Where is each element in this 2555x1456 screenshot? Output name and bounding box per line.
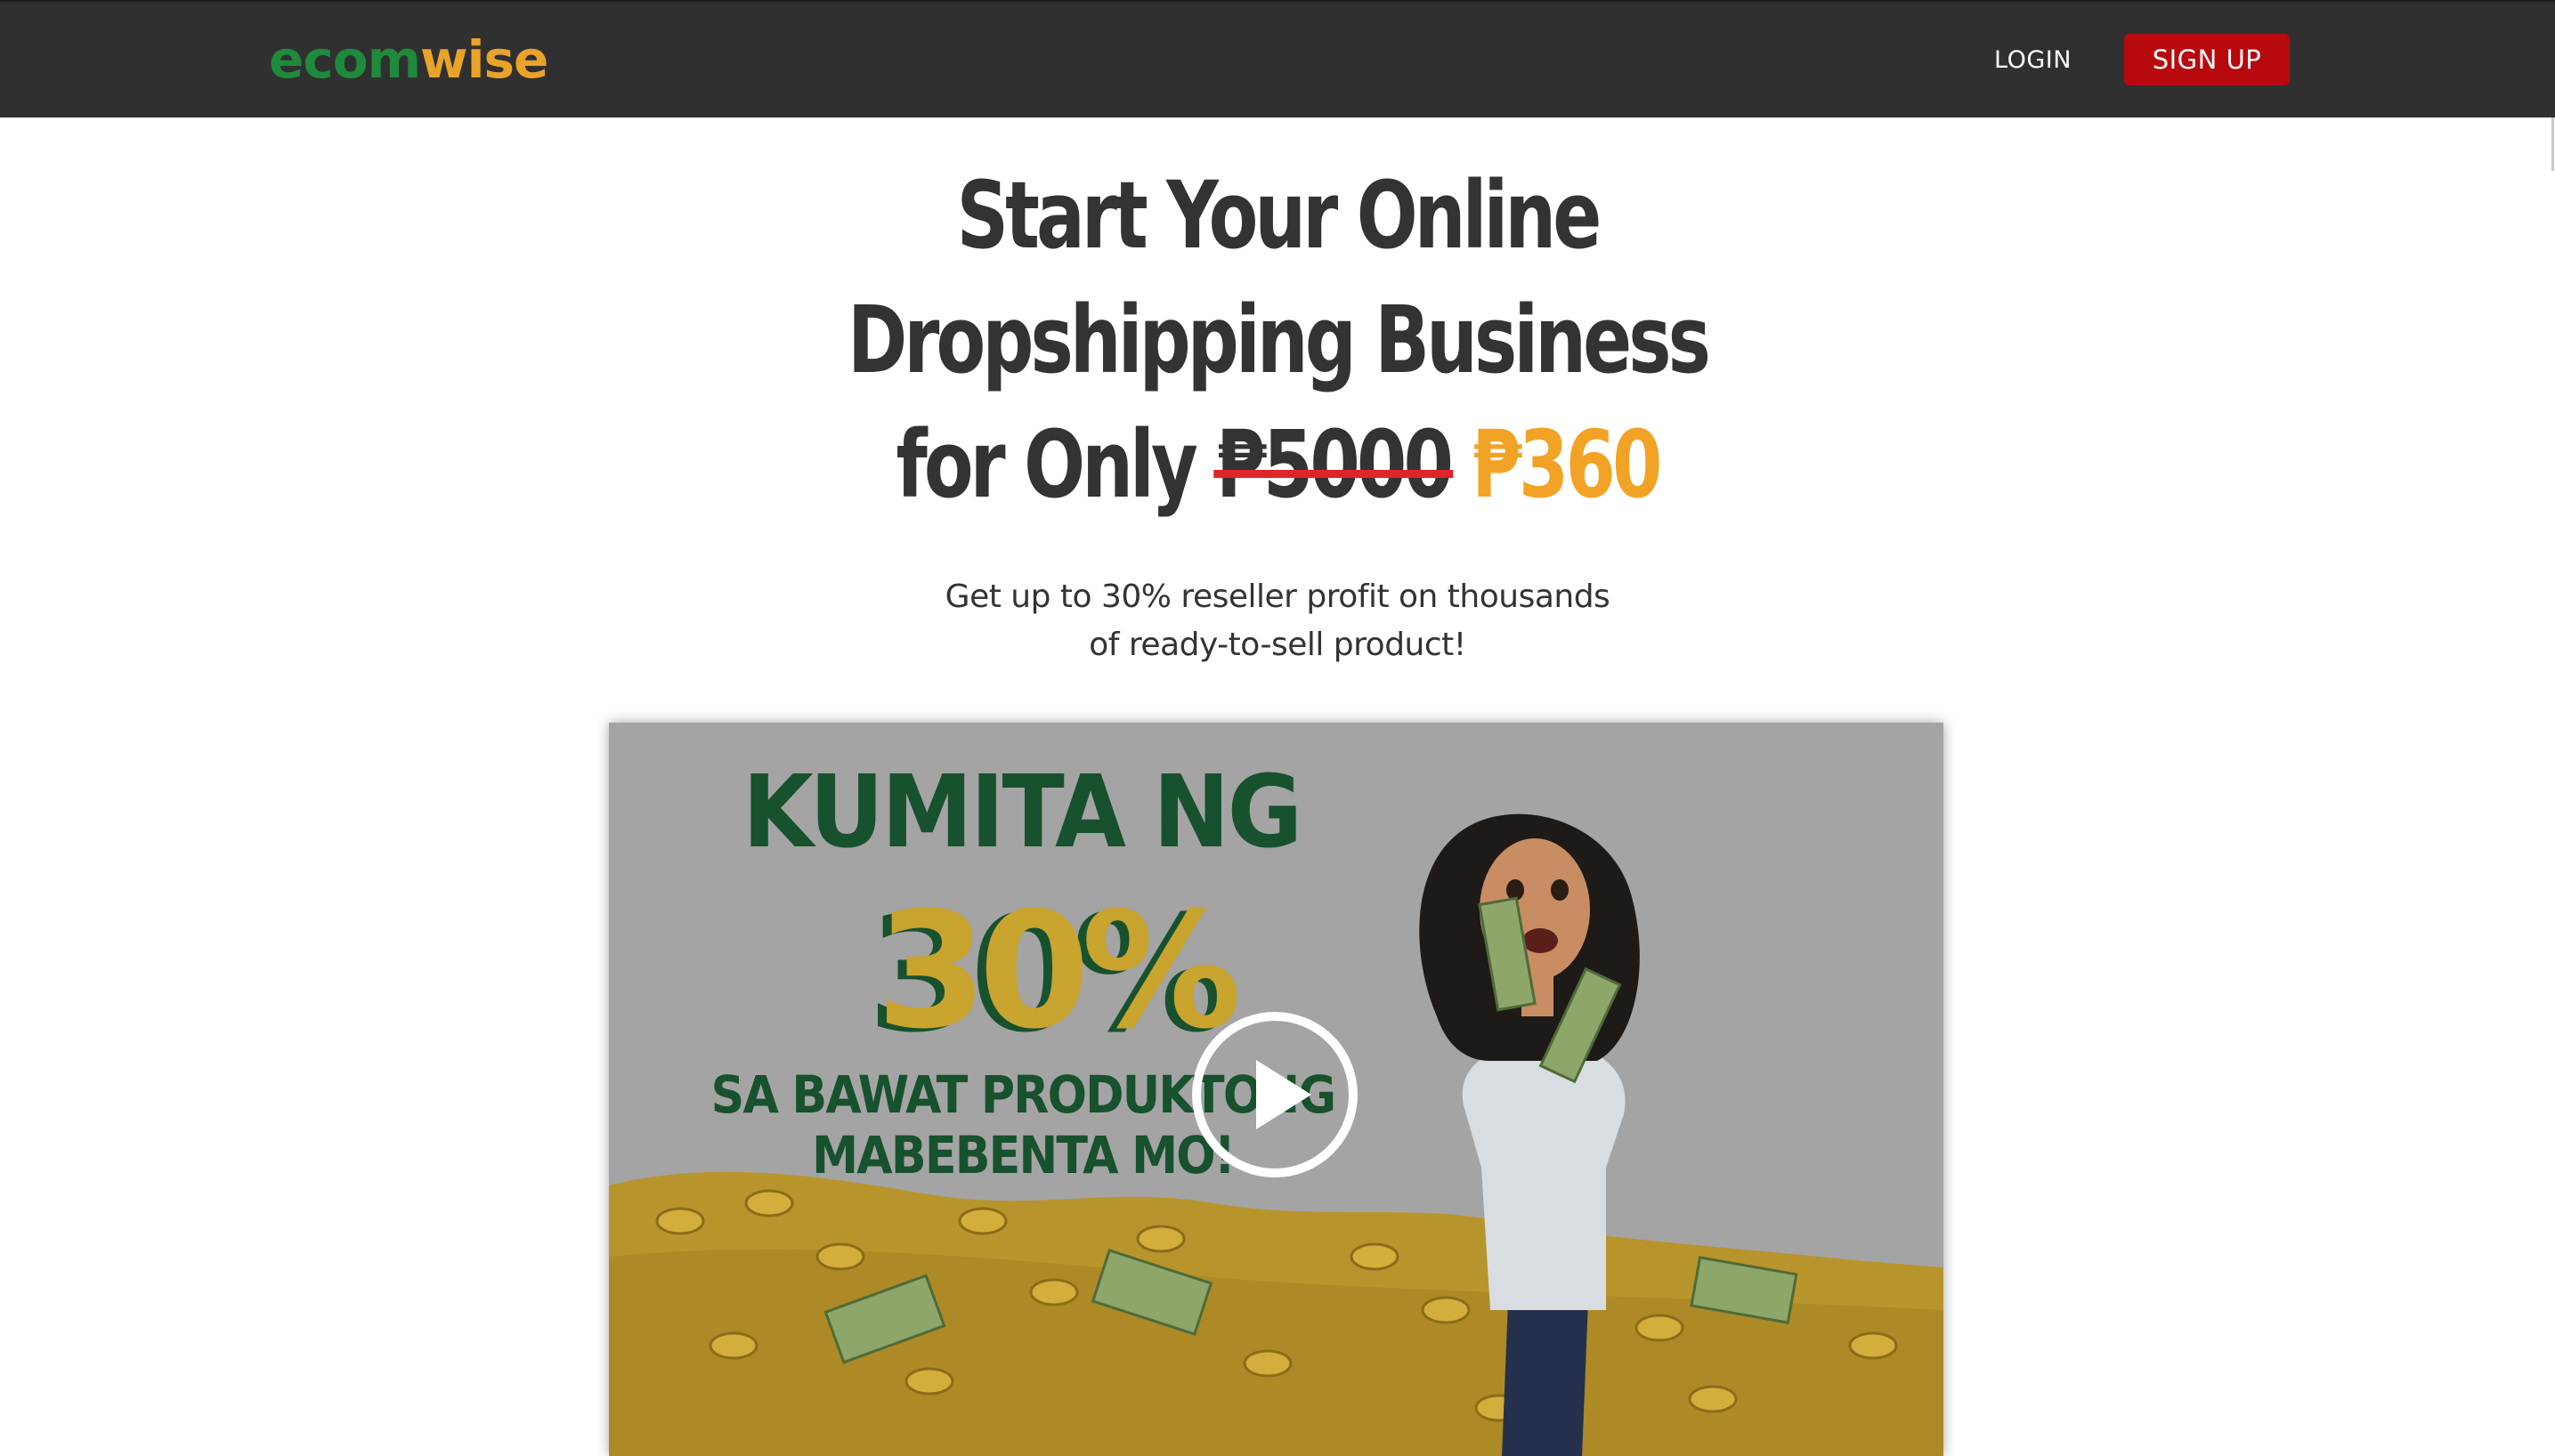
video-percent-text: 30% bbox=[876, 878, 1242, 1064]
top-navbar: ecomwise LOGIN SIGN UP bbox=[0, 0, 2555, 117]
old-price-strikethrough: ₱5000 bbox=[1213, 402, 1454, 527]
logo-text-ecom: ecom bbox=[269, 29, 421, 90]
scrollbar-thumb[interactable] bbox=[2551, 117, 2554, 171]
new-price: ₱360 bbox=[1472, 410, 1662, 519]
headline-line-1: Start Your Online bbox=[956, 161, 1602, 270]
subtitle-line-1: Get up to 30% reseller profit on thousan… bbox=[945, 578, 1610, 615]
hero-headline: Start Your Online Dropshipping Business … bbox=[791, 153, 1764, 527]
hero-subtitle: Get up to 30% reseller profit on thousan… bbox=[832, 573, 1723, 669]
headline-line-2: Dropshipping Business bbox=[847, 286, 1711, 394]
ecomwise-logo[interactable]: ecomwise bbox=[269, 28, 548, 91]
subtitle-line-2: of ready-to-sell product! bbox=[1089, 627, 1466, 663]
sign-up-button[interactable]: SIGN UP bbox=[2124, 34, 2290, 85]
play-circle-icon[interactable] bbox=[1190, 1010, 1359, 1179]
headline-line-3: for Only ₱5000 ₱360 bbox=[791, 402, 1764, 527]
promo-video-player[interactable]: KUMITA NG 30% SA BAWAT PRODUKTONG MABEBE… bbox=[609, 723, 1943, 1456]
video-title-text: KUMITA NG bbox=[742, 755, 1302, 870]
headline-prefix: for Only bbox=[896, 410, 1197, 519]
login-link[interactable]: LOGIN bbox=[1994, 43, 2072, 78]
logo-text-wise: wise bbox=[420, 29, 548, 90]
